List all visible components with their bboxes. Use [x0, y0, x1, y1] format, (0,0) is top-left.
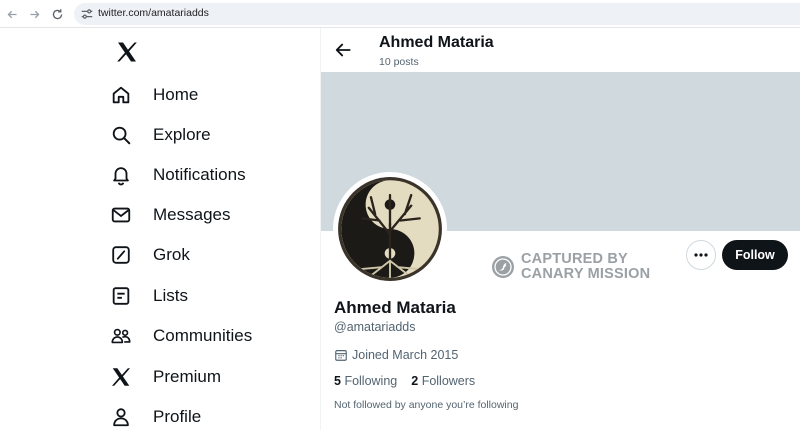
grok-icon [110, 241, 144, 269]
back-nav-button[interactable] [2, 4, 22, 24]
person-icon [110, 403, 144, 430]
more-options-button[interactable] [686, 240, 716, 270]
sidebar-item-premium[interactable]: Premium [110, 359, 221, 395]
follow-button[interactable]: Follow [722, 240, 788, 270]
header-profile-name: Ahmed Mataria [379, 34, 494, 51]
followers-label: Followers [421, 374, 476, 388]
following-label: Following [344, 374, 398, 388]
sidebar: Home Explore Notifications Messages Grok… [0, 28, 320, 430]
joined-date: Joined March 2015 [334, 348, 458, 362]
sidebar-item-profile[interactable]: Profile [110, 399, 201, 430]
profile-column: Ahmed Mataria 10 posts CAPTURED BY CANAR… [321, 28, 800, 430]
sidebar-item-label: Grok [153, 245, 190, 264]
sidebar-item-lists[interactable]: Lists [110, 278, 188, 314]
sidebar-item-label: Lists [153, 286, 188, 305]
forward-nav-button[interactable] [24, 4, 44, 24]
arrow-left-icon [7, 10, 17, 18]
sidebar-item-communities[interactable]: Communities [110, 318, 252, 354]
address-url: twitter.com/amatariadds [98, 7, 209, 19]
following-link[interactable]: 5 Following [334, 374, 397, 388]
reload-icon [52, 8, 62, 19]
home-icon [110, 81, 144, 109]
followers-link[interactable]: 2 Followers [411, 374, 475, 388]
joined-text: Joined March 2015 [352, 348, 459, 362]
list-icon [110, 282, 144, 310]
sidebar-item-label: Home [153, 85, 199, 104]
watermark-line-2: CANARY MISSION [521, 266, 651, 282]
following-count: 5 [334, 374, 341, 388]
follow-stats: 5 Following 2 Followers [334, 374, 489, 388]
reload-button[interactable] [47, 4, 67, 24]
site-settings-icon[interactable] [80, 7, 94, 21]
sidebar-item-label: Communities [153, 326, 253, 345]
back-arrow-icon[interactable] [333, 40, 353, 60]
watermark-line-1: CAPTURED BY [521, 251, 628, 267]
bell-icon [110, 161, 144, 189]
sidebar-item-label: Premium [153, 367, 222, 386]
browser-toolbar: twitter.com/amatariadds [0, 0, 800, 28]
arrow-right-icon [29, 10, 39, 18]
sidebar-item-label: Notifications [153, 165, 246, 184]
watermark: CAPTURED BY CANARY MISSION [491, 252, 650, 282]
address-bar[interactable]: twitter.com/amatariadds [74, 3, 800, 25]
avatar[interactable] [333, 172, 447, 286]
more-dots-icon [694, 253, 708, 257]
followers-count: 2 [411, 374, 419, 388]
envelope-icon [110, 201, 144, 229]
x-logo-icon[interactable] [114, 40, 140, 64]
sidebar-item-messages[interactable]: Messages [110, 197, 230, 233]
sidebar-item-label: Profile [153, 407, 202, 426]
header-post-count: 10 posts [379, 56, 419, 68]
tree-avatar-image [338, 177, 442, 281]
profile-name: Ahmed Mataria [334, 298, 456, 317]
profile-handle: @amatariadds [334, 320, 416, 334]
sidebar-item-label: Messages [153, 205, 231, 224]
sidebar-item-grok[interactable]: Grok [110, 237, 190, 273]
x-logo-icon [110, 363, 144, 391]
sidebar-item-label: Explore [153, 125, 211, 144]
sidebar-item-home[interactable]: Home [110, 77, 198, 113]
calendar-icon [335, 350, 347, 361]
not-followed-notice: Not followed by anyone you’re following [334, 399, 519, 411]
communities-icon [110, 322, 144, 350]
search-icon [110, 121, 144, 149]
sidebar-item-explore[interactable]: Explore [110, 117, 211, 153]
canary-bird-icon [492, 256, 514, 278]
sidebar-item-notifications[interactable]: Notifications [110, 157, 246, 193]
